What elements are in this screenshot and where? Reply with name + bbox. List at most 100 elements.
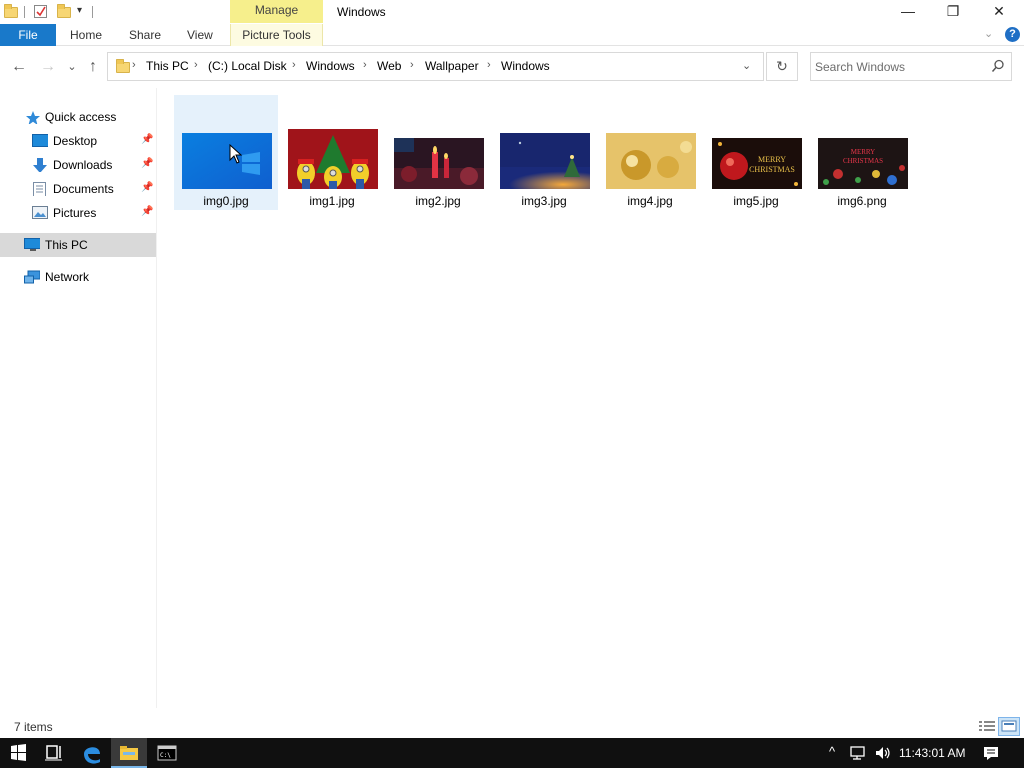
search-input[interactable] bbox=[815, 57, 985, 76]
pin-icon: 📌 bbox=[141, 182, 154, 193]
breadcrumb-local-disk[interactable]: (C:) Local Disk bbox=[208, 59, 287, 73]
breadcrumb-separator[interactable]: › bbox=[410, 59, 414, 71]
refresh-button[interactable]: ↻ bbox=[766, 52, 798, 81]
large-icons-view-icon[interactable] bbox=[998, 717, 1020, 736]
qat-separator bbox=[92, 6, 93, 18]
network-icon bbox=[24, 270, 40, 284]
pin-icon: 📌 bbox=[141, 206, 154, 217]
search-box[interactable] bbox=[810, 52, 1012, 81]
nav-item-quick-access[interactable]: Quick access bbox=[0, 106, 156, 128]
breadcrumb-wallpaper[interactable]: Wallpaper bbox=[425, 59, 479, 73]
file-explorer-button[interactable] bbox=[111, 738, 147, 768]
status-bar: 7 items bbox=[0, 708, 1024, 738]
breadcrumb-web[interactable]: Web bbox=[377, 59, 401, 73]
breadcrumb-separator[interactable]: › bbox=[487, 59, 491, 71]
address-dropdown-icon[interactable]: ⌄ bbox=[742, 59, 751, 72]
breadcrumb-separator[interactable]: › bbox=[292, 59, 296, 71]
volume-icon[interactable] bbox=[874, 745, 892, 761]
file-name: img4.jpg bbox=[627, 194, 673, 208]
clock[interactable]: 11:43:01 AM bbox=[899, 746, 966, 760]
expand-ribbon-icon[interactable]: ⌄ bbox=[984, 27, 993, 40]
thumbnail-text: MERRY bbox=[758, 155, 786, 164]
file-item-img0[interactable]: img0.jpg bbox=[174, 95, 278, 210]
nav-label: Desktop bbox=[53, 134, 98, 148]
task-view-button[interactable] bbox=[36, 738, 72, 768]
window-title: Windows bbox=[337, 5, 386, 19]
network-status-icon[interactable] bbox=[850, 745, 868, 761]
address-bar[interactable]: › This PC › (C:) Local Disk › Windows › … bbox=[107, 52, 764, 81]
customize-qat-icon[interactable]: ▾ bbox=[77, 5, 82, 23]
nav-label: Downloads bbox=[53, 158, 113, 172]
nav-item-desktop[interactable]: Desktop 📌 bbox=[0, 130, 156, 152]
tab-share[interactable]: Share bbox=[129, 24, 161, 46]
command-prompt-button[interactable]: C:\ bbox=[149, 738, 185, 768]
file-item-img1[interactable]: img1.jpg bbox=[280, 95, 384, 210]
breadcrumb-windows[interactable]: Windows bbox=[306, 59, 355, 73]
back-button[interactable]: ← bbox=[9, 57, 29, 77]
breadcrumb-separator[interactable]: › bbox=[132, 59, 136, 71]
maximize-button[interactable]: ❐ bbox=[930, 0, 976, 24]
new-folder-icon[interactable] bbox=[57, 4, 71, 18]
document-icon bbox=[33, 182, 46, 196]
windows-logo-icon bbox=[11, 744, 26, 761]
nav-item-network[interactable]: Network bbox=[0, 266, 156, 288]
details-view-icon[interactable] bbox=[978, 718, 996, 734]
minimize-button[interactable]: — bbox=[885, 0, 931, 24]
computer-icon bbox=[24, 238, 40, 251]
edge-browser-icon bbox=[84, 747, 100, 764]
properties-icon[interactable] bbox=[33, 4, 48, 22]
download-arrow-icon bbox=[33, 158, 47, 172]
tab-home[interactable]: Home bbox=[70, 24, 102, 46]
qat-separator bbox=[24, 6, 25, 18]
folder-icon bbox=[116, 59, 130, 73]
desktop-icon bbox=[32, 134, 48, 147]
thumbnail-text: CHRISTMAS bbox=[749, 165, 795, 174]
forward-button[interactable]: → bbox=[38, 57, 58, 77]
thumbnail-img5: MERRY CHRISTMAS bbox=[712, 138, 802, 189]
thumbnail-img0 bbox=[182, 133, 272, 189]
file-item-img2[interactable]: img2.jpg bbox=[386, 95, 490, 210]
tab-picture-tools[interactable]: Picture Tools bbox=[230, 24, 323, 46]
breadcrumb-this-pc[interactable]: This PC bbox=[146, 59, 189, 73]
nav-item-this-pc[interactable]: This PC bbox=[0, 233, 156, 257]
thumbnail-img3 bbox=[500, 133, 590, 189]
tab-file[interactable]: File bbox=[0, 24, 56, 46]
search-icon[interactable] bbox=[991, 59, 1005, 73]
ribbon-tabs: File Home Share View Picture Tools ⌄ ? bbox=[0, 24, 1024, 46]
thumbnail-img6: MERRY CHRISTMAS bbox=[818, 138, 908, 189]
title-bar: ▾ Manage Windows — ❐ ✕ bbox=[0, 0, 1024, 24]
file-item-img6[interactable]: MERRY CHRISTMAS img6.png bbox=[810, 95, 914, 210]
breadcrumb-windows-current[interactable]: Windows bbox=[501, 59, 550, 73]
thumbnail-img2 bbox=[394, 138, 484, 189]
file-item-img5[interactable]: MERRY CHRISTMAS img5.jpg bbox=[704, 95, 808, 210]
file-explorer-icon bbox=[120, 746, 138, 760]
nav-label: Pictures bbox=[53, 206, 97, 220]
file-name: img2.jpg bbox=[415, 194, 461, 208]
tab-manage[interactable]: Manage bbox=[230, 0, 323, 23]
show-hidden-icons-icon[interactable]: ^ bbox=[829, 744, 835, 759]
edge-button[interactable] bbox=[74, 738, 110, 768]
recent-locations-button[interactable]: ⌄ bbox=[65, 57, 79, 77]
help-icon[interactable]: ? bbox=[1005, 27, 1020, 42]
start-button[interactable] bbox=[0, 738, 36, 768]
star-icon bbox=[26, 111, 40, 124]
thumbnail-text: MERRY bbox=[851, 148, 876, 156]
close-button[interactable]: ✕ bbox=[976, 0, 1022, 24]
file-name: img6.png bbox=[837, 194, 887, 208]
breadcrumb-separator[interactable]: › bbox=[194, 59, 198, 71]
file-item-img4[interactable]: img4.jpg bbox=[598, 95, 702, 210]
nav-label: Documents bbox=[53, 182, 114, 196]
breadcrumb-separator[interactable]: › bbox=[363, 59, 367, 71]
file-item-img3[interactable]: img3.jpg bbox=[492, 95, 596, 210]
nav-item-downloads[interactable]: Downloads 📌 bbox=[0, 154, 156, 176]
nav-item-documents[interactable]: Documents 📌 bbox=[0, 178, 156, 200]
pin-icon: 📌 bbox=[141, 158, 154, 169]
item-count: 7 items bbox=[14, 720, 53, 734]
nav-label: Quick access bbox=[45, 110, 117, 124]
up-button[interactable]: ↑ bbox=[83, 57, 103, 77]
tab-view[interactable]: View bbox=[187, 24, 213, 46]
action-center-icon[interactable] bbox=[983, 746, 999, 761]
nav-item-pictures[interactable]: Pictures 📌 bbox=[0, 202, 156, 224]
large-icons-glyph bbox=[1001, 720, 1017, 732]
folder-icon bbox=[4, 4, 18, 18]
